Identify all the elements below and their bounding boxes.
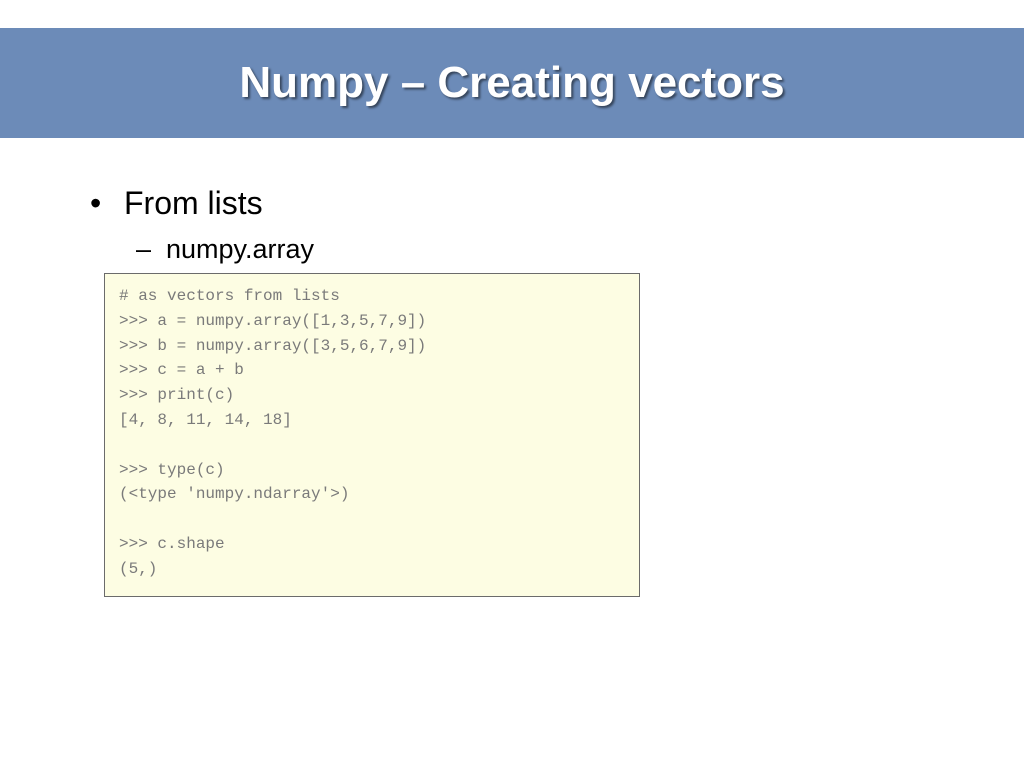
slide-content: • From lists – numpy.array # as vectors … <box>90 185 954 597</box>
code-block: # as vectors from lists >>> a = numpy.ar… <box>104 273 640 597</box>
slide-title: Numpy – Creating vectors <box>239 58 784 108</box>
bullet-dot-icon: • <box>90 185 124 222</box>
bullet-l1-text: From lists <box>124 185 263 222</box>
bullet-l2-text: numpy.array <box>166 234 314 265</box>
bullet-dash-icon: – <box>136 234 166 265</box>
bullet-level-2: – numpy.array <box>136 234 954 265</box>
title-bar: Numpy – Creating vectors <box>0 28 1024 138</box>
bullet-level-1: • From lists <box>90 185 954 222</box>
slide: Numpy – Creating vectors • From lists – … <box>0 0 1024 768</box>
